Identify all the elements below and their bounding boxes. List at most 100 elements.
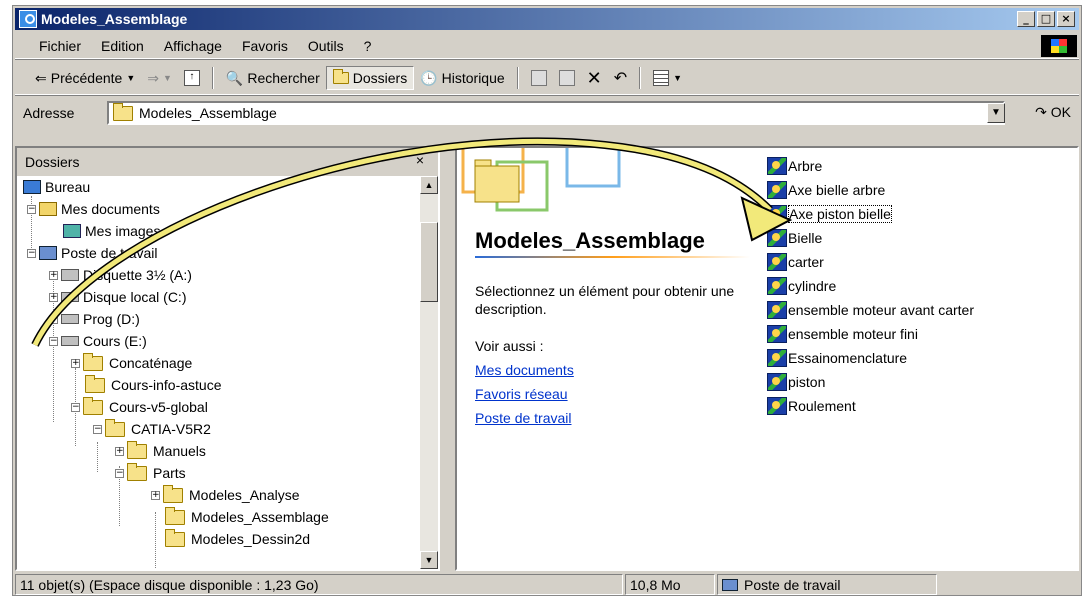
menu-affichage[interactable]: Affichage [154,38,232,54]
collapse-icon[interactable]: − [27,248,36,258]
scroll-up-button[interactable]: ▲ [420,176,438,194]
tree-item[interactable]: + Prog (D:) [49,308,140,330]
address-dropdown-button[interactable]: ▼ [987,103,1005,123]
expand-icon[interactable]: + [151,490,160,500]
file-item[interactable]: Bielle [767,226,974,250]
file-item[interactable]: Axe bielle arbre [767,178,974,202]
close-button[interactable]: × [1057,11,1075,27]
menu-help[interactable]: ? [354,38,382,54]
views-button[interactable]: ▼ [647,67,688,89]
delete-button[interactable]: ✕ [581,65,608,92]
maximize-button[interactable]: □ [1037,11,1055,27]
chevron-down-icon: ▼ [126,73,136,83]
address-input[interactable]: Modeles_Assemblage [107,101,1005,125]
scroll-thumb[interactable] [420,222,438,302]
close-pane-button[interactable]: × [416,152,424,168]
tree-item-label: Mes images [85,223,161,239]
catia-part-icon [767,205,787,223]
tree-item[interactable]: − Cours-v5-global [71,396,208,418]
delete-icon: ✕ [586,67,602,88]
file-item[interactable]: ensemble moteur fini [767,322,974,346]
file-item[interactable]: ensemble moteur avant carter [767,298,974,322]
tree-item[interactable]: − Poste de travail [27,242,158,264]
search-button[interactable]: 🔍 Rechercher [220,67,326,90]
file-label: Axe bielle arbre [788,182,886,198]
file-label: Axe piston bielle [788,205,892,223]
floppy-drive-icon [61,269,79,281]
title-bar[interactable]: Modeles_Assemblage _ □ × [15,8,1079,30]
tree-item[interactable]: − Cours (E:) [49,330,147,352]
expand-icon[interactable]: + [71,358,80,368]
expand-icon[interactable]: + [49,292,58,302]
tree-item[interactable]: Modeles_Dessin2d [165,528,310,550]
copy-to-button[interactable] [553,67,581,89]
menu-edition[interactable]: Edition [91,38,154,54]
tree-item[interactable]: + Disque local (C:) [49,286,186,308]
file-item[interactable]: cylindre [767,274,974,298]
desktop-icon [23,180,41,194]
forward-button[interactable]: ⇒ ▼ [141,67,178,90]
views-icon [653,70,670,86]
folder-icon [165,528,185,547]
file-item-focused[interactable]: Axe piston bielle [767,202,974,226]
catia-part-icon [767,397,787,415]
tree-item[interactable]: Bureau [23,176,90,198]
link-poste-de-travail[interactable]: Poste de travail [475,410,572,426]
back-arrow-icon: ⇐ [35,69,47,86]
chevron-down-icon: ▼ [163,73,172,83]
expand-icon[interactable]: + [115,446,124,456]
up-folder-button[interactable]: ↑ [178,67,206,89]
history-button[interactable]: 🕒 Historique [414,67,510,90]
tree-scrollbar[interactable]: ▲ ▼ [420,176,438,569]
collapse-icon[interactable]: − [27,204,36,214]
file-item[interactable]: Arbre [767,154,974,178]
menu-fichier[interactable]: Fichier [29,38,91,54]
tree-item[interactable]: − CATIA-V5R2 [93,418,211,440]
tree-item-label: Prog (D:) [83,311,140,327]
expand-icon[interactable]: + [49,314,58,324]
file-label: Essainomenclature [788,350,908,366]
minimize-button[interactable]: _ [1017,11,1035,27]
file-item[interactable]: carter [767,250,974,274]
address-label: Adresse [23,105,75,121]
folder-search-icon [19,10,37,28]
tree-item[interactable]: + Manuels [115,440,206,462]
folder-description: Sélectionnez un élément pour obtenir une… [475,283,735,317]
collapse-icon[interactable]: − [49,336,58,346]
file-item[interactable]: piston [767,370,974,394]
scroll-down-button[interactable]: ▼ [420,551,438,569]
see-also-label: Voir aussi : [475,338,544,354]
tree-item[interactable]: Mes images [63,220,160,242]
status-zone: Poste de travail [717,574,937,595]
tree-item-label: Concaténage [109,355,193,371]
resize-grip[interactable] [939,574,1077,595]
menu-favoris[interactable]: Favoris [232,38,298,54]
link-favoris-reseau[interactable]: Favoris réseau [475,386,568,402]
undo-button[interactable]: ↶ [608,65,633,91]
folder-icon [127,440,147,459]
tree-item[interactable]: Cours-info-astuce [85,374,222,396]
back-button[interactable]: ⇐ Précédente ▼ [29,67,141,90]
collapse-icon[interactable]: − [115,468,124,478]
go-button[interactable]: ↷ OK [1035,104,1071,121]
catia-part-icon [767,157,787,175]
collapse-icon[interactable]: − [71,402,80,412]
tree-item[interactable]: + Disquette 3½ (A:) [49,264,192,286]
tree-item[interactable]: − Mes documents [27,198,160,220]
link-mes-documents[interactable]: Mes documents [475,362,574,378]
folders-button[interactable]: Dossiers [325,66,415,90]
tree-item[interactable]: + Modeles_Analyse [151,484,300,506]
tree-item-label: Cours (E:) [83,333,147,349]
tree-item[interactable]: + Concaténage [71,352,192,374]
chevron-down-icon: ▼ [673,73,683,83]
status-size: 10,8 Mo [625,574,715,595]
move-to-button[interactable] [525,67,553,89]
expand-icon[interactable]: + [49,270,58,280]
menu-outils[interactable]: Outils [298,38,354,54]
tree-item[interactable]: − Parts [115,462,186,484]
file-item[interactable]: Roulement [767,394,974,418]
go-label: OK [1050,104,1071,120]
file-item[interactable]: Essainomenclature [767,346,974,370]
tree-item-selected[interactable]: Modeles_Assemblage [165,506,329,528]
collapse-icon[interactable]: − [93,424,102,434]
